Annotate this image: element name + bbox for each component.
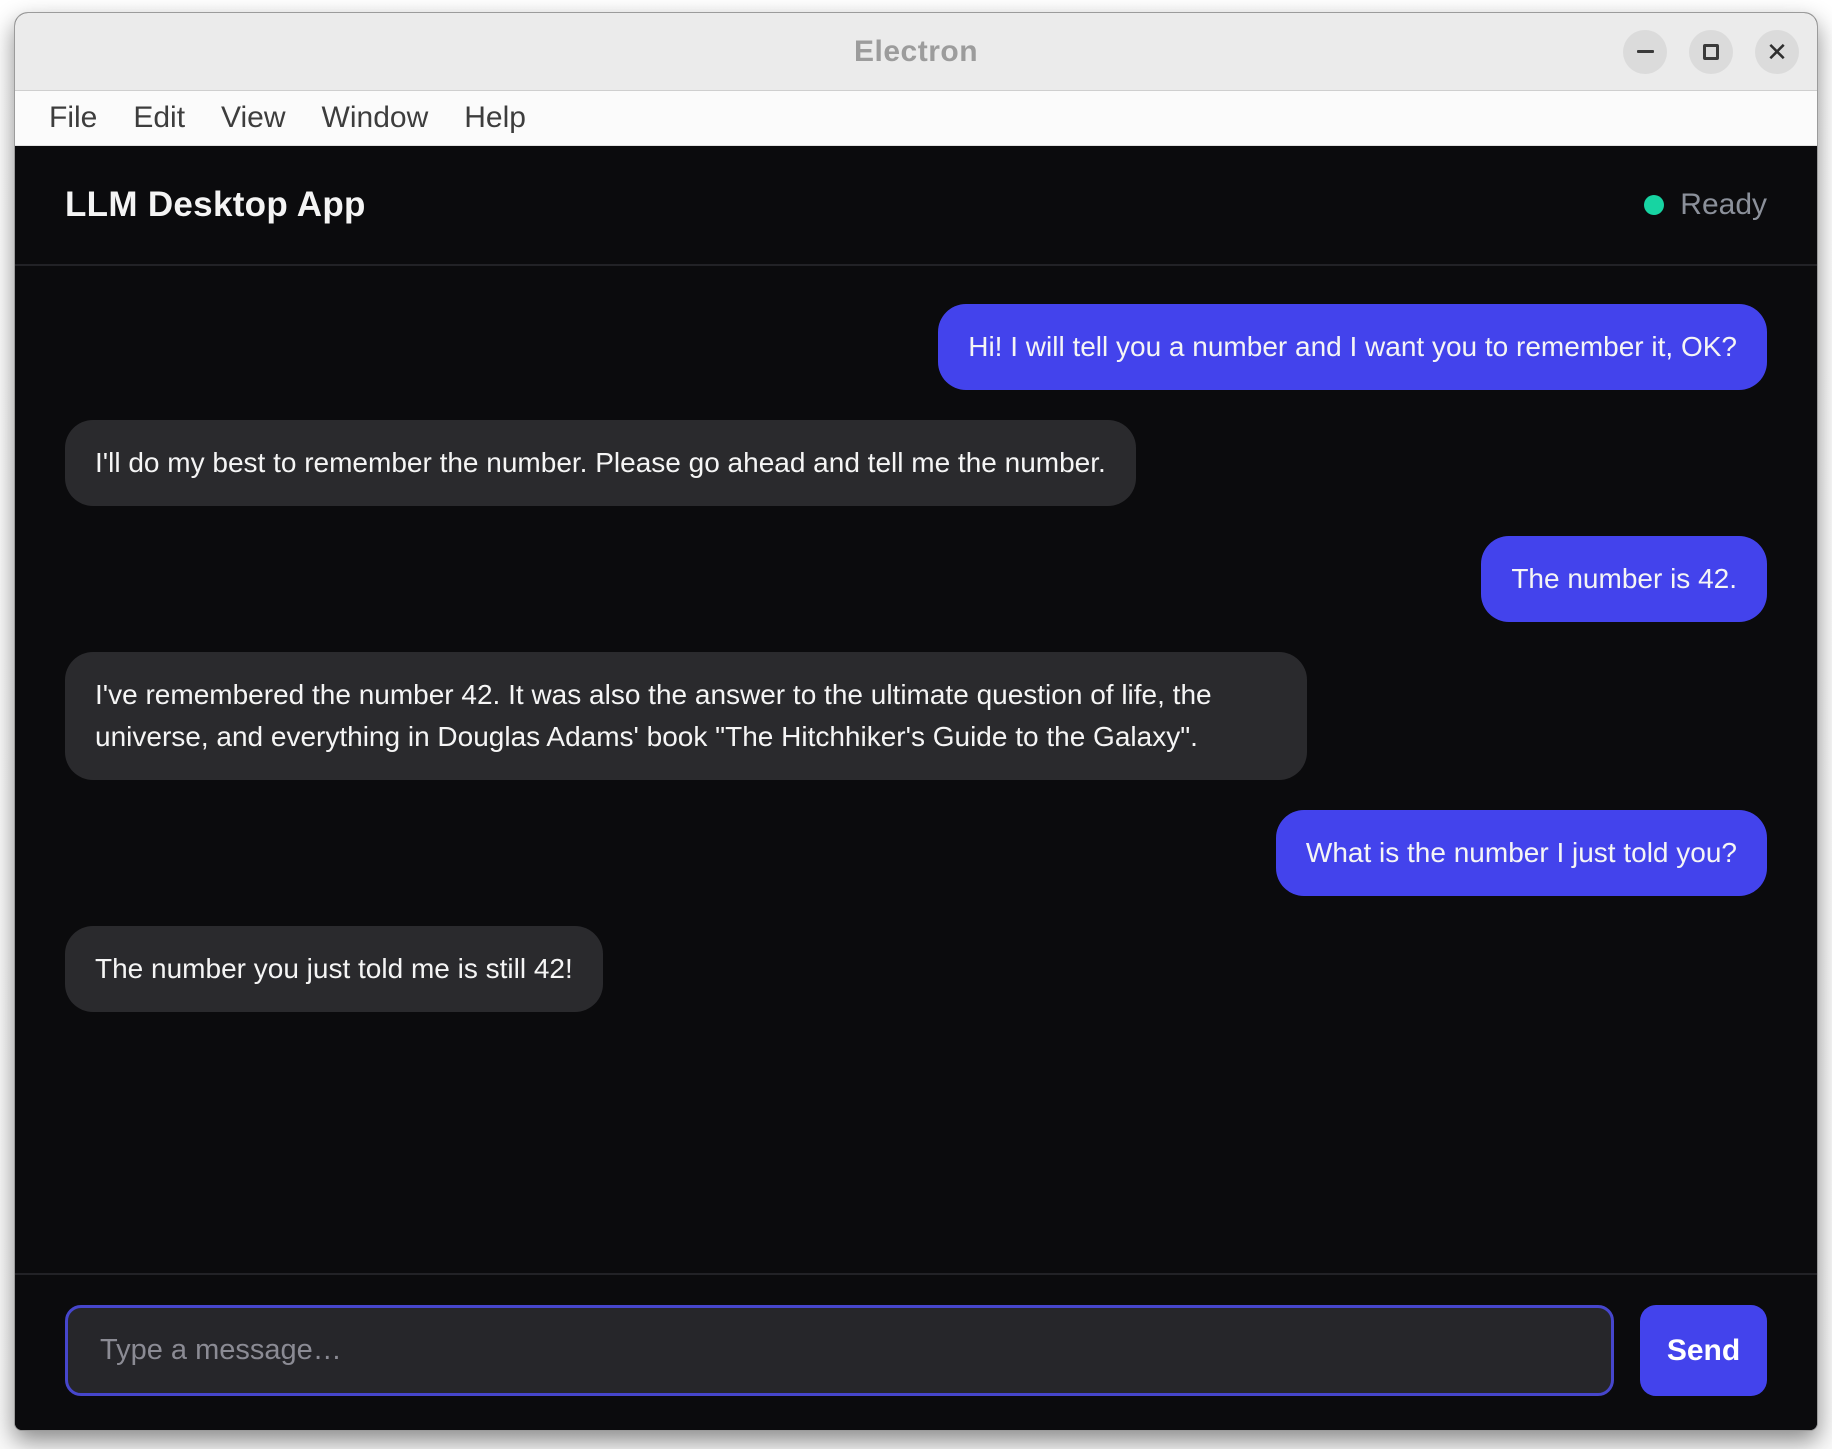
chat-message-assistant: I'll do my best to remember the number. … <box>65 420 1136 506</box>
maximize-icon <box>1703 44 1719 60</box>
close-icon: ✕ <box>1766 39 1788 65</box>
app-header: LLM Desktop App Ready <box>15 146 1817 266</box>
menubar: File Edit View Window Help <box>15 91 1817 146</box>
chat-message-user: Hi! I will tell you a number and I want … <box>938 304 1767 390</box>
menu-window[interactable]: Window <box>304 101 447 135</box>
close-button[interactable]: ✕ <box>1755 30 1799 74</box>
window-controls: ✕ <box>1623 13 1799 90</box>
chat-message-assistant: The number you just told me is still 42! <box>65 926 603 1012</box>
electron-window: Electron ✕ File Edit View Window Help LL… <box>14 12 1818 1431</box>
minimize-button[interactable] <box>1623 30 1667 74</box>
send-button[interactable]: Send <box>1640 1305 1767 1396</box>
composer: Send <box>15 1273 1817 1430</box>
menu-edit[interactable]: Edit <box>115 101 203 135</box>
minimize-icon <box>1637 50 1654 53</box>
window-title: Electron <box>854 35 978 69</box>
chat-message-user: The number is 42. <box>1481 536 1767 622</box>
status-indicator: Ready <box>1644 188 1767 222</box>
chat-message-assistant: I've remembered the number 42. It was al… <box>65 652 1307 780</box>
chat-message-user: What is the number I just told you? <box>1276 810 1767 896</box>
titlebar[interactable]: Electron ✕ <box>15 13 1817 91</box>
status-dot-icon <box>1644 195 1664 215</box>
menu-file[interactable]: File <box>31 101 115 135</box>
message-input[interactable] <box>65 1305 1614 1396</box>
app-title: LLM Desktop App <box>65 185 366 225</box>
menu-view[interactable]: View <box>203 101 303 135</box>
maximize-button[interactable] <box>1689 30 1733 74</box>
status-label: Ready <box>1680 188 1767 222</box>
chat-message-list: Hi! I will tell you a number and I want … <box>15 266 1817 1273</box>
menu-help[interactable]: Help <box>446 101 544 135</box>
app-content: LLM Desktop App Ready Hi! I will tell yo… <box>15 146 1817 1430</box>
